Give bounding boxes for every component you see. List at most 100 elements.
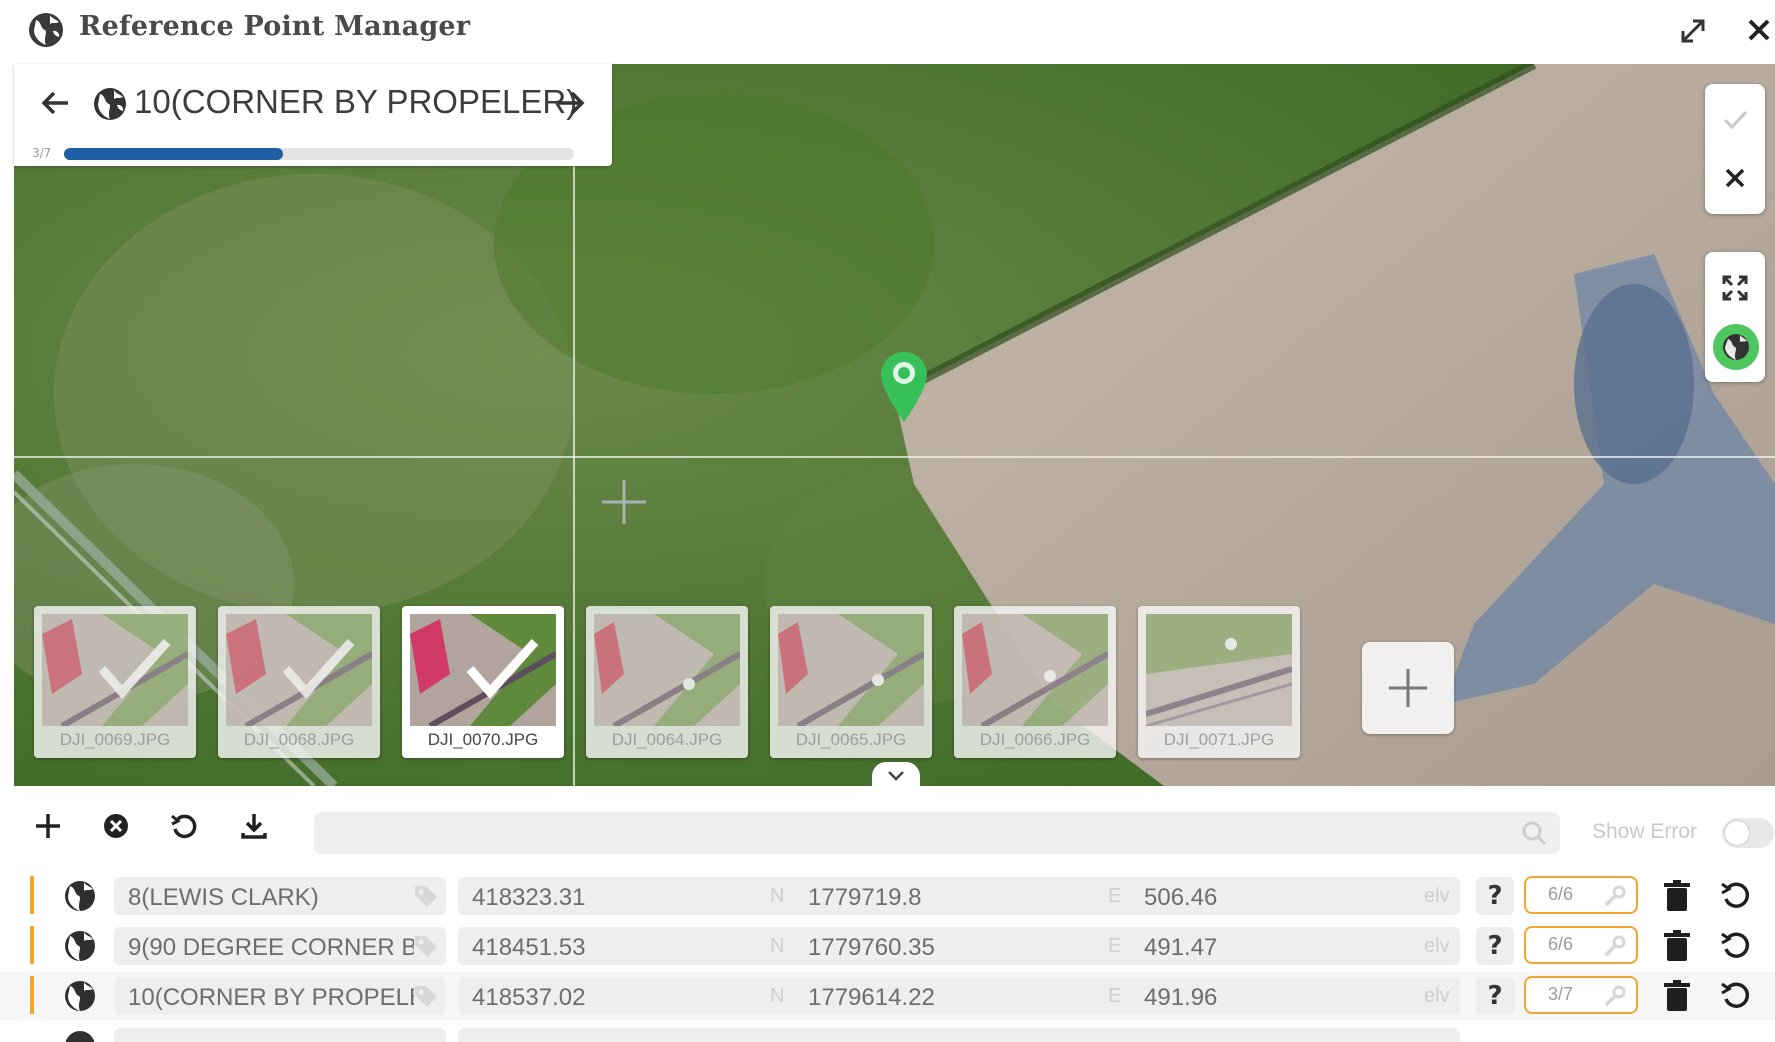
point-name: 9(90 DEGREE CORNER BY — [128, 934, 414, 961]
trash-icon[interactable] — [1660, 978, 1694, 1014]
progress-fill — [64, 148, 283, 160]
coordinates-field[interactable]: 418537.02 N 1779614.22 E 491.96 elv — [458, 977, 1460, 1015]
reset-button[interactable] — [164, 806, 204, 846]
thumbnail-image — [42, 614, 188, 726]
show-error-label: Show Error — [1592, 820, 1698, 843]
point-name: 8(LEWIS CLARK) — [128, 884, 319, 911]
point-name-field[interactable]: 9(90 DEGREE CORNER BY — [114, 927, 446, 965]
globe-icon — [1723, 334, 1749, 360]
help-button[interactable]: ? — [1476, 877, 1514, 915]
points-list: 8(LEWIS CLARK) 418323.31 N 1779719.8 E 5… — [0, 872, 1775, 1042]
easting-suffix: E — [1108, 885, 1122, 907]
row-indicator — [30, 976, 34, 1014]
image-count-badge[interactable]: 6/6 — [1524, 926, 1638, 964]
collapse-strip-button[interactable] — [872, 762, 920, 790]
globe-icon[interactable] — [62, 978, 98, 1014]
elevation-value: 491.47 — [1144, 934, 1218, 961]
progress-bar — [64, 148, 574, 160]
image-thumbnail[interactable]: DJI_0068.JPG — [218, 606, 380, 758]
thumbnail-image — [962, 614, 1108, 726]
globe-icon — [65, 1031, 95, 1042]
location-pin-icon[interactable] — [878, 350, 930, 426]
elevation-value: 491.96 — [1144, 984, 1218, 1011]
reset-icon — [171, 814, 197, 839]
wrench-icon — [1604, 885, 1626, 907]
globe-tool-button[interactable] — [1713, 324, 1759, 370]
easting-suffix: E — [1108, 985, 1122, 1007]
help-button[interactable]: ? — [1476, 977, 1514, 1015]
image-count: 3/7 — [1548, 984, 1574, 1004]
add-point-button[interactable] — [28, 806, 68, 846]
thumbnail-caption: DJI_0070.JPG — [427, 730, 539, 749]
remove-all-button[interactable] — [96, 806, 136, 846]
coordinates-field[interactable]: 418451.53 N 1779760.35 E 491.47 elv — [458, 927, 1460, 965]
image-thumbnail-selected[interactable]: DJI_0070.JPG — [402, 606, 564, 758]
search-input[interactable] — [314, 812, 1560, 854]
globe-icon[interactable] — [62, 878, 98, 914]
easting-value: 1779614.22 — [808, 984, 935, 1011]
thumbnail-image — [226, 614, 372, 726]
arrow-left-icon[interactable] — [38, 86, 74, 120]
point-name: 10(CORNER BY PROPELE — [128, 984, 414, 1011]
close-icon[interactable] — [1742, 12, 1775, 48]
easting-suffix: E — [1108, 935, 1122, 957]
coordinates-field[interactable]: 418323.31 N 1779719.8 E 506.46 elv — [458, 877, 1460, 915]
northing-suffix: N — [770, 885, 785, 907]
northing-value: 418323.31 — [472, 884, 586, 911]
point-row[interactable]: 8(LEWIS CLARK) 418323.31 N 1779719.8 E 5… — [0, 872, 1775, 920]
tag-icon[interactable] — [412, 883, 440, 909]
tag-icon[interactable] — [412, 983, 440, 1009]
add-icon — [36, 814, 60, 838]
image-thumbnail[interactable]: DJI_0069.JPG — [34, 606, 196, 758]
thumbnail-caption: DJI_0066.JPG — [979, 730, 1091, 749]
globe-icon — [29, 13, 63, 47]
cancel-button[interactable] — [1713, 156, 1757, 200]
arrow-right-icon[interactable] — [552, 86, 588, 120]
wrench-icon — [1604, 985, 1626, 1007]
point-row-partial[interactable] — [0, 1022, 1775, 1042]
check-icon — [1723, 110, 1748, 130]
image-thumbnail[interactable]: DJI_0071.JPG — [1138, 606, 1300, 758]
image-thumbnail[interactable]: DJI_0066.JPG — [954, 606, 1116, 758]
point-name-field[interactable]: 10(CORNER BY PROPELE — [114, 977, 446, 1015]
help-button[interactable]: ? — [1476, 927, 1514, 965]
thumbnail-image — [594, 614, 740, 726]
northing-suffix: N — [770, 935, 785, 957]
title-bar: Reference Point Manager — [0, 0, 1775, 62]
point-name-field[interactable]: 8(LEWIS CLARK) — [114, 877, 446, 915]
trash-icon[interactable] — [1660, 928, 1694, 964]
northing-value: 418537.02 — [472, 984, 586, 1011]
crosshair-horizontal — [14, 456, 1775, 458]
globe-icon[interactable] — [62, 928, 98, 964]
image-thumbnail[interactable]: DJI_0064.JPG — [586, 606, 748, 758]
download-button[interactable] — [234, 806, 274, 846]
confirm-button[interactable] — [1713, 98, 1757, 142]
expand-icon[interactable] — [1676, 14, 1710, 48]
image-count-badge[interactable]: 3/7 — [1524, 976, 1638, 1014]
image-thumbnail[interactable]: DJI_0065.JPG — [770, 606, 932, 758]
fit-screen-icon — [1722, 275, 1748, 301]
undo-icon[interactable] — [1718, 878, 1754, 914]
close-icon — [1725, 168, 1745, 188]
row-indicator — [30, 926, 34, 964]
coordinates-field — [458, 1028, 1460, 1042]
search-icon — [1522, 821, 1547, 846]
add-image-button[interactable] — [1362, 642, 1454, 734]
fit-screen-button[interactable] — [1713, 266, 1757, 310]
undo-icon[interactable] — [1718, 978, 1754, 1014]
show-error-toggle[interactable] — [1722, 818, 1774, 848]
northing-value: 418451.53 — [472, 934, 586, 961]
undo-icon[interactable] — [1718, 928, 1754, 964]
tag-icon[interactable] — [412, 933, 440, 959]
row-indicator — [30, 876, 34, 914]
point-row[interactable]: 9(90 DEGREE CORNER BY 418451.53 N 177976… — [0, 922, 1775, 970]
point-name-field — [114, 1028, 446, 1042]
points-toolbar: Show Error — [0, 790, 1775, 862]
point-row-selected[interactable]: 10(CORNER BY PROPELE 418537.02 N 1779614… — [0, 972, 1775, 1020]
image-strip: DJI_0069.JPG DJI_0068.JPG DJI_0070.JPG D… — [34, 606, 1334, 762]
trash-icon[interactable] — [1660, 878, 1694, 914]
thumbnail-caption: DJI_0069.JPG — [59, 730, 171, 749]
easting-value: 1779719.8 — [808, 884, 922, 911]
image-count-badge[interactable]: 6/6 — [1524, 876, 1638, 914]
elevation-suffix: elv — [1424, 885, 1450, 907]
